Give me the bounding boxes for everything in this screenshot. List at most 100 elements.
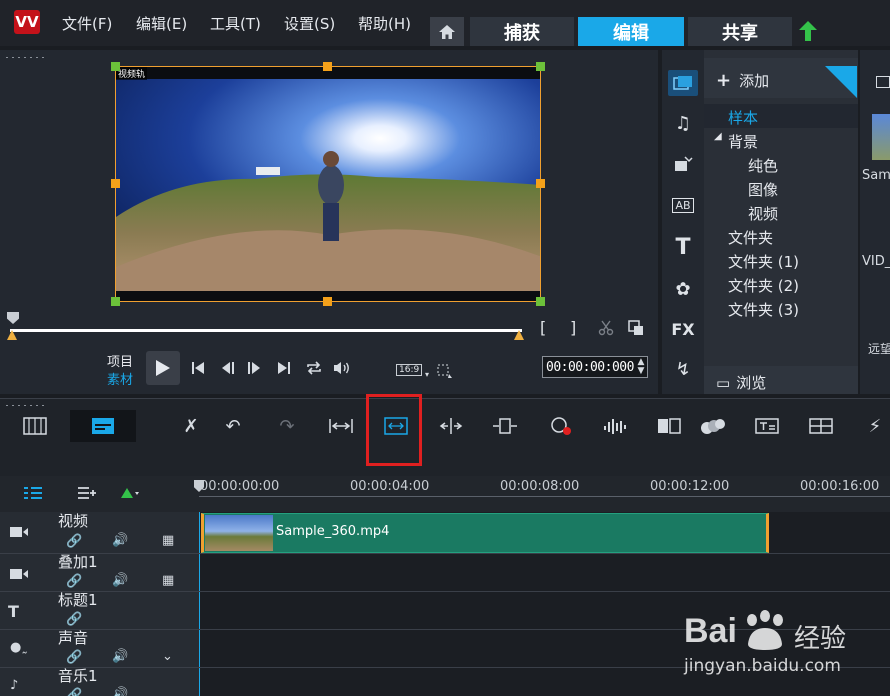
link-icon[interactable]: 🔗 [66, 688, 82, 696]
folder-icon[interactable] [876, 76, 890, 88]
clip-thumbnail [205, 515, 273, 551]
thumbnail-sample[interactable] [872, 114, 890, 160]
ab-label: AB [672, 197, 694, 213]
tree-expand-icon[interactable]: ◢ [714, 131, 722, 142]
record-capture-icon[interactable] [546, 412, 576, 440]
tree-item-image[interactable]: 图像 [748, 179, 778, 200]
volume-icon[interactable] [332, 358, 352, 378]
toolbar-grip[interactable] [4, 404, 48, 407]
tree-item-folder[interactable]: 文件夹 [728, 227, 773, 248]
resize-handle-b[interactable] [323, 297, 332, 306]
tab-share[interactable]: 共享 [688, 17, 792, 46]
resize-handle-tl[interactable] [111, 62, 120, 71]
menu-edit[interactable]: 编辑(E) [136, 13, 187, 34]
menu-help[interactable]: 帮助(H) [358, 13, 411, 34]
timecode-stepper[interactable]: ▲ ▼ [635, 357, 647, 377]
ruler-tick-16: 00:00:16:00 [800, 479, 880, 494]
mark-in-button[interactable]: [ [540, 318, 546, 337]
browse-icon: ▭ [716, 374, 731, 392]
tree-item-background[interactable]: 背景 [728, 131, 758, 152]
track-name-voice: 声音 [58, 629, 89, 647]
track-collapse-icon[interactable]: ⌄ [162, 649, 173, 664]
ruler-tick-4: 00:00:04:00 [350, 479, 430, 494]
title-icon[interactable]: T [668, 234, 698, 260]
redo-icon[interactable]: ↷ [272, 412, 302, 440]
fit-project-icon[interactable] [326, 412, 356, 440]
upload-arrow-icon[interactable] [798, 20, 818, 42]
resize-handle-t[interactable] [323, 62, 332, 71]
add-folder-button[interactable]: + 添加 [716, 70, 769, 91]
resize-handle-r[interactable] [536, 179, 545, 188]
repeat-icon[interactable] [304, 358, 324, 378]
link-icon[interactable]: 🔗 [66, 574, 82, 589]
video-preview[interactable] [115, 66, 541, 302]
graphics-icon[interactable]: ✿ [668, 276, 698, 302]
go-to-end-icon[interactable] [274, 358, 294, 378]
resize-handle-bl[interactable] [111, 297, 120, 306]
audio-mixer-icon[interactable] [600, 412, 630, 440]
ab-transition-icon[interactable]: AB [668, 192, 698, 218]
link-icon[interactable]: 🔗 [66, 650, 82, 665]
track-transparency-icon[interactable]: ▦ [162, 573, 174, 588]
play-button[interactable] [146, 351, 180, 385]
playhead-line [199, 512, 200, 696]
mode-project[interactable]: 项目 [107, 351, 133, 370]
link-icon[interactable]: 🔗 [66, 612, 82, 627]
multi-camera-icon[interactable] [654, 412, 684, 440]
mark-out-button[interactable]: ] [570, 318, 576, 337]
next-frame-icon[interactable] [244, 358, 264, 378]
transition-icon[interactable] [668, 152, 698, 178]
add-track-icon[interactable] [76, 486, 98, 500]
previous-frame-icon[interactable] [218, 358, 238, 378]
track-volume-icon[interactable]: 🔊 [112, 573, 128, 588]
track-transparency-icon[interactable]: ▦ [162, 533, 174, 548]
panel-grip[interactable] [4, 56, 48, 59]
track-manager-icon[interactable] [22, 486, 44, 500]
mode-clip[interactable]: 素材 [107, 369, 133, 388]
track-volume-icon[interactable]: 🔊 [112, 687, 128, 696]
tree-item-folder-2[interactable]: 文件夹 (2) [728, 275, 799, 296]
tree-item-video[interactable]: 视频 [748, 203, 778, 224]
tab-edit[interactable]: 编辑 [578, 17, 684, 46]
resize-handle-br[interactable] [536, 297, 545, 306]
enlarge-preview-icon[interactable] [626, 318, 646, 338]
menu-settings[interactable]: 设置(S) [284, 13, 335, 34]
track-name-music: 音乐1 [58, 667, 98, 685]
timecode-display[interactable]: 00:00:00:000 [542, 356, 648, 378]
split-screen-icon[interactable] [806, 412, 836, 440]
track-volume-icon[interactable]: 🔊 [112, 533, 128, 548]
tab-capture[interactable]: 捕获 [470, 17, 574, 46]
ruler-tick-8: 00:00:08:00 [500, 479, 580, 494]
track-volume-icon[interactable]: 🔊 [112, 649, 128, 664]
undo-icon[interactable]: ↶ [218, 412, 248, 440]
home-icon[interactable] [430, 17, 464, 46]
scrubber-track[interactable] [10, 329, 522, 332]
chevron-down-icon[interactable]: ▾ [423, 370, 431, 379]
tree-item-samples[interactable]: 样本 [728, 107, 758, 128]
aspect-ratio-button[interactable]: 16:9 [396, 364, 423, 376]
title-editor-icon[interactable] [752, 412, 782, 440]
resize-handle-l[interactable] [111, 179, 120, 188]
audio-library-icon[interactable]: ♫ [668, 110, 698, 136]
media-icon[interactable] [668, 70, 698, 96]
motion-tracking-icon[interactable]: ⚡ [860, 412, 890, 440]
chapter-marker-icon[interactable] [118, 486, 140, 500]
menu-file[interactable]: 文件(F) [62, 13, 112, 34]
split-icon[interactable] [436, 412, 466, 440]
mask-creator-icon[interactable] [698, 412, 728, 440]
tools-icon[interactable]: ✗ [176, 412, 206, 440]
menu-tools[interactable]: 工具(T) [210, 13, 261, 34]
storyboard-view-icon[interactable] [20, 412, 50, 440]
resize-handle-tr[interactable] [536, 62, 545, 71]
go-to-start-icon[interactable] [188, 358, 208, 378]
resize-clip-icon[interactable] [490, 412, 520, 440]
link-icon[interactable]: 🔗 [66, 534, 82, 549]
tree-item-folder-3[interactable]: 文件夹 (3) [728, 299, 799, 320]
tree-item-folder-1[interactable]: 文件夹 (1) [728, 251, 799, 272]
tree-item-solid-color[interactable]: 纯色 [748, 155, 778, 176]
scissors-icon[interactable] [596, 318, 616, 338]
browse-button[interactable]: ▭ 浏览 [716, 372, 766, 393]
crop-mode-icon[interactable] [435, 362, 455, 380]
fx-filter-icon[interactable]: FX [668, 316, 698, 342]
motion-path-icon[interactable]: ↯ [668, 356, 698, 382]
